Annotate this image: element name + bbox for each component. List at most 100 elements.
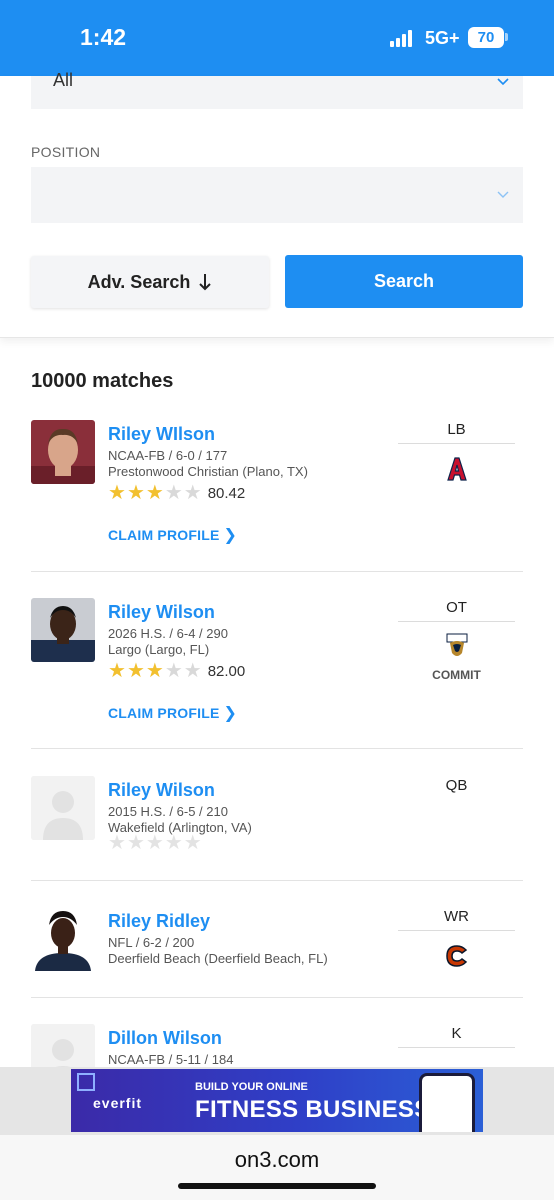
ad-info-icon[interactable]: [77, 1073, 95, 1091]
star-empty-icon: ★: [164, 482, 183, 504]
star-rating: ★ ★ ★ ★ ★: [108, 833, 203, 853]
battery-tip: [505, 33, 508, 41]
player-row: Riley Wilson 2015 H.S. / 6-5 / 210 Wakef…: [31, 776, 523, 866]
home-indicator[interactable]: [178, 1183, 376, 1189]
player-name[interactable]: Dillon Wilson: [108, 1028, 222, 1049]
network-type: 5G+: [425, 28, 460, 48]
player-rating: 82.00: [207, 662, 246, 680]
phone-image: [419, 1073, 475, 1132]
adv-search-button[interactable]: Adv. Search: [31, 256, 269, 308]
star-empty-icon: ★: [108, 832, 126, 854]
search-button-label: Search: [373, 271, 435, 291]
status-time: 1:42: [80, 24, 127, 50]
position-column: K: [398, 1024, 515, 1048]
top-filter-value: All: [53, 70, 74, 90]
star-rating: ★ ★ ★ ★ ★ 80.42: [108, 483, 245, 503]
player-position: WR: [398, 907, 515, 931]
star-filled-icon: ★: [108, 660, 126, 682]
position-label: POSITION: [31, 144, 101, 160]
chevron-right-icon: ❯: [223, 705, 238, 722]
star-empty-icon: ★: [164, 660, 183, 682]
player-meta: NCAA-FB / 5-11 / 184: [108, 1052, 233, 1067]
player-class-info: NCAA-FB / 6-0 / 177: [108, 448, 228, 463]
star-filled-icon: ★: [126, 660, 145, 682]
claim-profile-link[interactable]: CLAIM PROFILE ❯: [108, 703, 237, 723]
player-position: OT: [398, 598, 515, 622]
player-rating: 80.42: [207, 484, 246, 502]
player-photo[interactable]: [31, 598, 95, 662]
star-filled-icon: ★: [126, 482, 145, 504]
status-bar: 1:42 5G+ 70: [0, 0, 554, 76]
player-photo[interactable]: [31, 907, 95, 971]
filter-panel: All POSITION Adv. Search Search: [0, 70, 554, 338]
avatar-placeholder-icon[interactable]: [31, 776, 95, 840]
arrow-down-icon: [199, 274, 212, 291]
star-empty-icon: ★: [183, 832, 202, 854]
ad-headline-top: BUILD YOUR ONLINE: [195, 1081, 308, 1093]
position-column: WR: [398, 907, 515, 971]
player-position: QB: [445, 777, 468, 794]
claim-profile-label: CLAIM PROFILE: [108, 527, 220, 543]
player-meta: NCAA-FB / 6-0 / 177 Prestonwood Christia…: [108, 448, 308, 480]
star-empty-icon: ★: [126, 832, 145, 854]
results-count: 10000 matches: [31, 370, 174, 392]
adv-search-label: Adv. Search: [87, 271, 191, 292]
star-empty-icon: ★: [183, 660, 202, 682]
row-divider: [31, 571, 523, 572]
signal-icon: [390, 30, 416, 47]
star-rating: ★ ★ ★ ★ ★ 82.00: [108, 661, 245, 681]
star-filled-icon: ★: [145, 482, 164, 504]
star-empty-icon: ★: [164, 832, 183, 854]
chevron-down-icon: [497, 191, 509, 198]
ad-brand: everfit: [93, 1095, 143, 1111]
player-row: Riley WIlson NCAA-FB / 6-0 / 177 Preston…: [31, 420, 523, 550]
player-class-info: 2015 H.S. / 6-5 / 210: [108, 804, 228, 819]
player-school: Deerfield Beach (Deerfield Beach, FL): [108, 951, 328, 966]
player-school: Largo (Largo, FL): [108, 642, 210, 657]
claim-profile-link[interactable]: CLAIM PROFILE ❯: [108, 525, 237, 545]
ad-container: everfit BUILD YOUR ONLINE FITNESS BUSINE…: [0, 1067, 554, 1135]
player-name[interactable]: Riley Wilson: [108, 602, 215, 623]
browser-url-bar[interactable]: on3.com: [0, 1135, 554, 1200]
player-meta: NFL / 6-2 / 200 Deerfield Beach (Deerfie…: [108, 935, 328, 967]
player-row: Riley Wilson 2026 H.S. / 6-4 / 290 Largo…: [31, 598, 523, 728]
position-column: OT COMMIT: [398, 598, 515, 682]
player-name[interactable]: Riley Ridley: [108, 911, 210, 932]
player-class-info: NCAA-FB / 5-11 / 184: [108, 1052, 234, 1067]
star-empty-icon: ★: [183, 482, 202, 504]
ad-banner[interactable]: everfit BUILD YOUR ONLINE FITNESS BUSINE…: [71, 1069, 483, 1132]
claim-profile-label: CLAIM PROFILE: [108, 705, 220, 721]
row-divider: [31, 748, 523, 749]
arizona-logo-icon[interactable]: [442, 454, 472, 484]
row-divider: [31, 880, 523, 881]
player-position: K: [398, 1024, 515, 1048]
star-filled-icon: ★: [145, 660, 164, 682]
search-button[interactable]: Search: [285, 255, 523, 308]
player-class-info: 2026 H.S. / 6-4 / 290: [108, 626, 228, 641]
player-row: Dillon Wilson NCAA-FB / 5-11 / 184 K: [31, 1024, 523, 1067]
row-divider: [31, 997, 523, 998]
bears-logo-icon[interactable]: [442, 941, 472, 971]
position-column: QB: [398, 776, 515, 800]
player-class-info: NFL / 6-2 / 200: [108, 935, 195, 950]
player-meta: 2026 H.S. / 6-4 / 290 Largo (Largo, FL): [108, 626, 228, 658]
position-select[interactable]: [31, 167, 523, 223]
player-photo[interactable]: [31, 420, 95, 484]
url-text: on3.com: [234, 1147, 320, 1172]
player-row: Riley Ridley NFL / 6-2 / 200 Deerfield B…: [31, 907, 523, 987]
chevron-right-icon: ❯: [223, 527, 238, 544]
player-school: Prestonwood Christian (Plano, TX): [108, 464, 308, 479]
top-filter-select[interactable]: All: [31, 70, 523, 109]
star-empty-icon: ★: [145, 832, 164, 854]
star-filled-icon: ★: [108, 482, 126, 504]
battery-icon: 70: [468, 27, 504, 48]
player-position: LB: [398, 420, 515, 444]
chevron-down-icon: [497, 78, 509, 86]
avatar-placeholder-icon[interactable]: [31, 1024, 95, 1067]
player-name[interactable]: Riley Wilson: [108, 780, 215, 801]
fiu-logo-icon[interactable]: [442, 632, 472, 662]
player-name[interactable]: Riley WIlson: [108, 424, 215, 445]
ad-headline: FITNESS BUSINESS: [195, 1096, 431, 1123]
commit-label: COMMIT: [432, 668, 481, 682]
position-column: LB: [398, 420, 515, 484]
